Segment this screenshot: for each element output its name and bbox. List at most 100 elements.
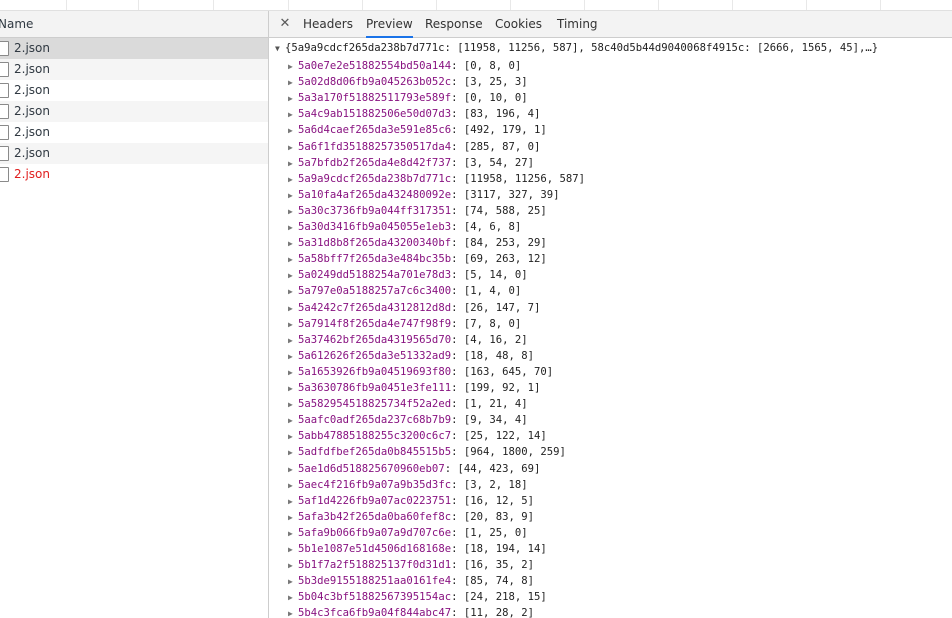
request-row[interactable]: 2.json: [0, 80, 268, 101]
expand-triangle-icon[interactable]: ▶: [288, 558, 298, 574]
json-entry[interactable]: ▶ 5a4242c7f265da4312812d8d: [26, 147, 7]: [288, 300, 540, 316]
file-icon: [0, 62, 9, 77]
json-entry[interactable]: ▶ 5afa3b42f265da0ba60fef8c: [20, 83, 9]: [288, 509, 534, 525]
expand-triangle-icon[interactable]: ▶: [288, 510, 298, 526]
request-row[interactable]: 2.json: [0, 164, 268, 185]
expand-triangle-icon[interactable]: ▶: [288, 478, 298, 494]
name-column-header[interactable]: Name: [0, 11, 268, 38]
json-entry[interactable]: ▶ 5a797e0a5188257a7c6c3400: [1, 4, 0]: [288, 283, 521, 299]
json-key: 5a3630786fb9a0451e3fe111: [298, 382, 452, 394]
request-name: 2.json: [14, 41, 50, 55]
tab-timing[interactable]: Timing: [557, 11, 598, 37]
expand-triangle-icon[interactable]: ▶: [288, 188, 298, 204]
json-entry[interactable]: ▶ 5a30d3416fb9a045055e1eb3: [4, 6, 8]: [288, 219, 521, 235]
expand-triangle-icon[interactable]: ▶: [288, 172, 298, 188]
request-row[interactable]: 2.json: [0, 101, 268, 122]
json-entry[interactable]: ▶ 5a02d8d06fb9a045263b052c: [3, 25, 3]: [288, 74, 528, 90]
tab-preview[interactable]: Preview: [366, 11, 413, 38]
request-row[interactable]: 2.json: [0, 122, 268, 143]
json-entry[interactable]: ▶ 5a58bff7f265da3e484bc35b: [69, 263, 12]: [288, 251, 547, 267]
expand-triangle-icon[interactable]: ▶: [288, 606, 298, 618]
tab-response[interactable]: Response: [425, 11, 483, 37]
json-entry[interactable]: ▶ 5adfdfbef265da0b845515b5: [964, 1800, 2…: [288, 444, 566, 460]
expand-triangle-icon[interactable]: ▶: [288, 590, 298, 606]
expand-triangle-icon[interactable]: ▶: [288, 317, 298, 333]
json-key: 5a4242c7f265da4312812d8d: [298, 301, 452, 314]
expand-triangle-icon[interactable]: ▶: [288, 252, 298, 268]
json-entry[interactable]: ▶ 5afa9b066fb9a07a9d707c6e: [1, 25, 0]: [288, 525, 528, 541]
expand-triangle-icon[interactable]: ▶: [288, 284, 298, 300]
request-row[interactable]: 2.json: [0, 143, 268, 164]
json-entry[interactable]: ▶ 5a582954518825734f52a2ed: [1, 21, 4]: [288, 396, 528, 412]
json-key: 5aafc0adf265da237c68b7b9: [298, 414, 452, 427]
expand-triangle-icon[interactable]: ▶: [288, 204, 298, 220]
expand-triangle-icon[interactable]: ▶: [288, 429, 298, 445]
json-key: 5ae1d6d518825670960eb07: [298, 462, 445, 475]
expand-triangle-icon[interactable]: ▶: [288, 397, 298, 413]
json-key: 5a797e0a5188257a7c6c3400: [298, 285, 452, 298]
json-value: [18, 48, 8]: [463, 349, 535, 362]
expand-triangle-icon[interactable]: ▶: [288, 365, 298, 381]
request-row[interactable]: 2.json: [0, 59, 268, 80]
expand-triangle-icon[interactable]: ▶: [288, 381, 298, 397]
json-entry[interactable]: ▶ 5a30c3736fb9a044ff317351: [74, 588, 25]: [288, 203, 547, 219]
json-entry[interactable]: ▶ 5abb47885188255c3200c6c7: [25, 122, 14]: [288, 428, 547, 444]
json-entry[interactable]: ▶ 5a0e7e2e51882554bd50a144: [0, 8, 0]: [288, 58, 521, 74]
json-value: [83, 196, 4]: [463, 108, 541, 121]
json-root[interactable]: ▼ {5a9a9cdcf265da238b7d771c: [11958, 1125…: [275, 42, 878, 54]
tab-cookies[interactable]: Cookies: [495, 11, 542, 37]
expand-triangle-icon[interactable]: ▶: [288, 542, 298, 558]
close-icon[interactable]: ✕: [277, 11, 293, 37]
expand-triangle-icon[interactable]: ▶: [288, 236, 298, 252]
json-entry[interactable]: ▶ 5aafc0adf265da237c68b7b9: [9, 34, 4]: [288, 412, 528, 428]
expand-triangle-icon[interactable]: ▶: [288, 301, 298, 317]
expand-triangle-icon[interactable]: ▶: [288, 445, 298, 461]
expand-triangle-icon[interactable]: ▶: [288, 574, 298, 590]
json-entry[interactable]: ▶ 5a612626f265da3e51332ad9: [18, 48, 8]: [288, 348, 534, 364]
expand-triangle-icon[interactable]: ▶: [288, 349, 298, 365]
expand-triangle-icon[interactable]: ▶: [288, 462, 298, 478]
json-entry[interactable]: ▶ 5a31d8b8f265da43200340bf: [84, 253, 29]: [288, 235, 547, 251]
request-row[interactable]: 2.json: [0, 38, 268, 59]
json-entry[interactable]: ▶ 5b1e1087e51d4506d168168e: [18, 194, 14]: [288, 541, 547, 557]
json-entry[interactable]: ▶ 5a9a9cdcf265da238b7d771c: [11958, 11256…: [288, 171, 585, 187]
json-entry[interactable]: ▶ 5a10fa4af265da432480092e: [3117, 327, 3…: [288, 187, 560, 203]
json-entry[interactable]: ▶ 5b4c3fca6fb9a04f844abc47: [11, 28, 2]: [288, 605, 534, 618]
expand-triangle-icon[interactable]: ▶: [288, 59, 298, 75]
json-entry[interactable]: ▶ 5af1d4226fb9a07ac0223751: [16, 12, 5]: [288, 493, 534, 509]
json-entry[interactable]: ▶ 5a0249dd5188254a701e78d3: [5, 14, 0]: [288, 267, 528, 283]
json-entry[interactable]: ▶ 5b3de9155188251aa0161fe4: [85, 74, 8]: [288, 573, 534, 589]
json-entry[interactable]: ▶ 5a4c9ab151882506e50d07d3: [83, 196, 4]: [288, 106, 540, 122]
json-value: [3, 2, 18]: [463, 478, 528, 491]
expand-triangle-icon[interactable]: ▶: [288, 268, 298, 284]
expand-triangle-icon[interactable]: ▶: [288, 107, 298, 123]
expand-triangle-icon[interactable]: ▶: [288, 413, 298, 429]
json-entry[interactable]: ▶ 5a6f1fd35188257350517da4: [285, 87, 0]: [288, 139, 540, 155]
json-entry[interactable]: ▶ 5ae1d6d518825670960eb07: [44, 423, 69]: [288, 461, 540, 477]
expand-triangle-icon[interactable]: ▶: [288, 156, 298, 172]
json-entry[interactable]: ▶ 5a3630786fb9a0451e3fe111: [199, 92, 1]: [288, 380, 540, 396]
expand-triangle-icon[interactable]: ▶: [288, 140, 298, 156]
expand-triangle-icon[interactable]: ▶: [288, 526, 298, 542]
json-entry[interactable]: ▶ 5a1653926fb9a04519693f80: [163, 645, 70…: [288, 364, 553, 380]
json-entry[interactable]: ▶ 5a3a170f51882511793e589f: [0, 10, 0]: [288, 90, 528, 106]
json-entry[interactable]: ▶ 5a7bfdb2f265da4e8d42f737: [3, 54, 27]: [288, 155, 534, 171]
expand-triangle-icon[interactable]: ▶: [288, 75, 298, 91]
expand-triangle-icon[interactable]: ▶: [288, 220, 298, 236]
expand-triangle-icon[interactable]: ▼: [275, 44, 285, 53]
json-entry[interactable]: ▶ 5b04c3bf51882567395154ac: [24, 218, 15]: [288, 589, 547, 605]
json-entry[interactable]: ▶ 5a37462bf265da4319565d70: [4, 16, 2]: [288, 332, 528, 348]
tab-headers[interactable]: Headers: [303, 11, 353, 37]
expand-triangle-icon[interactable]: ▶: [288, 494, 298, 510]
expand-triangle-icon[interactable]: ▶: [288, 91, 298, 107]
json-entry[interactable]: ▶ 5a7914f8f265da4e747f98f9: [7, 8, 0]: [288, 316, 521, 332]
json-entry[interactable]: ▶ 5aec4f216fb9a07a9b35d3fc: [3, 2, 18]: [288, 477, 528, 493]
expand-triangle-icon[interactable]: ▶: [288, 333, 298, 349]
json-key: 5adfdfbef265da0b845515b5: [298, 446, 452, 459]
json-entry[interactable]: ▶ 5b1f7a2f518825137f0d31d1: [16, 35, 2]: [288, 557, 534, 573]
json-value: [74, 588, 25]: [463, 204, 547, 217]
json-entry[interactable]: ▶ 5a6d4caef265da3e591e85c6: [492, 179, 1]: [288, 122, 547, 138]
json-value: [0, 8, 0]: [463, 60, 522, 72]
expand-triangle-icon[interactable]: ▶: [288, 123, 298, 139]
request-name: 2.json: [14, 104, 50, 118]
